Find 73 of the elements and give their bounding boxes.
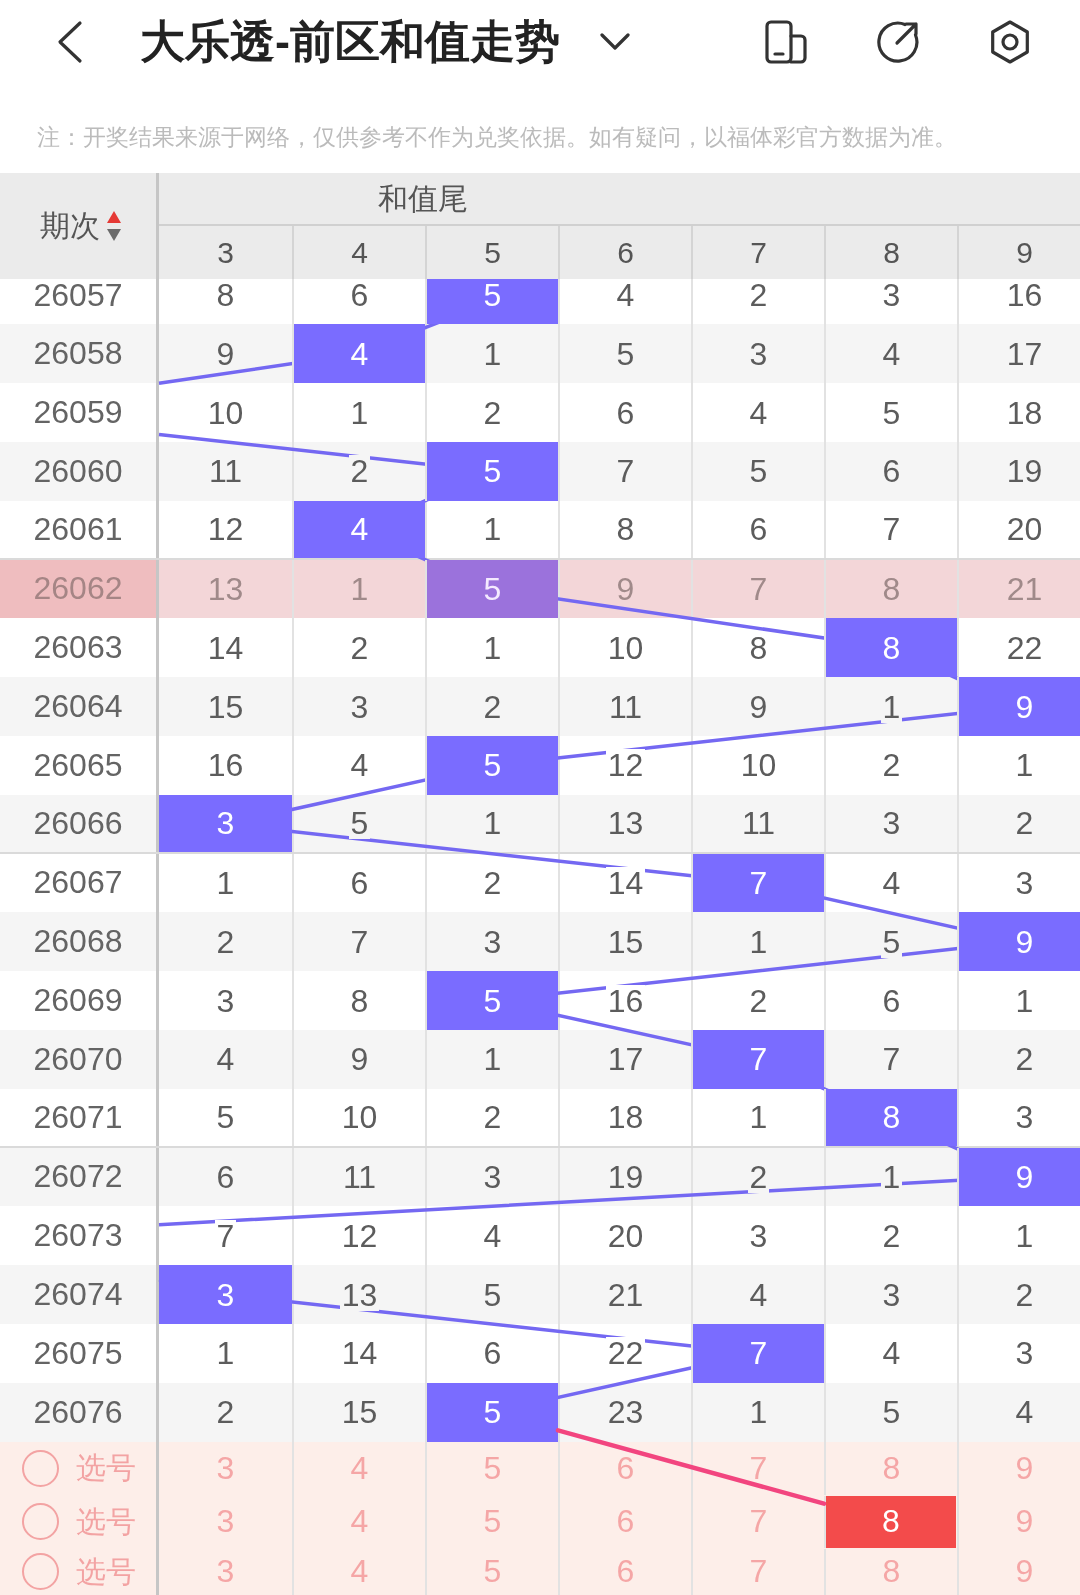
highlighted-cell: 4 xyxy=(292,500,425,558)
sort-icon[interactable] xyxy=(106,210,122,242)
highlighted-cell: 5 xyxy=(425,442,558,501)
table-cell: 8 xyxy=(558,500,691,558)
radio-button[interactable] xyxy=(22,1503,59,1541)
table-cell: 5 xyxy=(292,794,425,852)
caret-down-icon[interactable] xyxy=(600,33,630,51)
highlighted-cell: 4 xyxy=(292,324,425,384)
highlighted-cell: 5 xyxy=(425,559,558,619)
highlighted-cell: 7 xyxy=(691,853,824,913)
disclaimer-text: 注：开奖结果来源于网络，仅供参考不作为兑奖依据。如有疑问，以福体彩官方数据为准。 xyxy=(37,123,957,152)
back-icon[interactable] xyxy=(56,20,84,64)
highlighted-cell: 9 xyxy=(957,1147,1080,1207)
table-cell: 20 xyxy=(957,500,1080,558)
table-cell: 3 xyxy=(957,1088,1080,1146)
column-heading: 6 xyxy=(617,234,634,271)
highlighted-cell: 9 xyxy=(957,677,1080,736)
table-cell: 23 xyxy=(558,1382,691,1442)
table-row[interactable]: 26062 13 1 5 9 7 8 21 xyxy=(0,559,1080,619)
pick-label: 选号 xyxy=(76,1503,136,1540)
column-heading: 8 xyxy=(883,234,900,271)
issue-cell: 26071 xyxy=(0,1088,159,1146)
highlighted-cell: 9 xyxy=(957,912,1080,972)
table-cell: 18 xyxy=(558,1088,691,1146)
devices-icon[interactable] xyxy=(764,20,808,64)
radio-button[interactable] xyxy=(22,1449,59,1487)
column-heading: 7 xyxy=(750,234,767,271)
table-cell: 2 xyxy=(425,1088,558,1146)
table-cell: 7 xyxy=(824,500,957,558)
table-cell: 1 xyxy=(425,500,558,558)
column-heading: 4 xyxy=(351,234,368,271)
highlighted-cell: 5 xyxy=(425,1382,558,1442)
settings-icon[interactable] xyxy=(988,20,1032,64)
issue-cell: 26062 xyxy=(0,559,159,619)
table-row[interactable]: 26072 6 11 3 19 2 1 9 xyxy=(0,1147,1080,1207)
table-row[interactable]: 26060 11 2 5 7 5 6 19 xyxy=(0,442,1080,501)
highlighted-cell: 8 xyxy=(824,618,957,678)
table-cell: 10 xyxy=(292,1088,425,1146)
highlighted-cell: 7 xyxy=(691,1323,824,1383)
table-cell: 11 xyxy=(691,794,824,852)
table-cell: 1 xyxy=(425,794,558,852)
table-row[interactable]: 26064 15 3 2 11 9 1 9 xyxy=(0,677,1080,736)
sort-button[interactable]: 期次 xyxy=(40,208,122,244)
radio-button[interactable] xyxy=(22,1553,59,1591)
highlighted-cell: 3 xyxy=(159,794,292,852)
table-row[interactable]: 26058 9 4 1 5 3 4 17 xyxy=(0,324,1080,384)
column-heading: 9 xyxy=(1016,234,1033,271)
table-row[interactable]: 26074 3 13 5 21 4 3 2 xyxy=(0,1265,1080,1324)
table-row[interactable]: 26070 4 9 1 17 7 7 2 xyxy=(0,1029,1080,1089)
table-row[interactable]: 26066 3 5 1 13 11 3 2 xyxy=(0,794,1080,854)
table-cell: 2 xyxy=(957,794,1080,852)
number-option[interactable]: 8 xyxy=(824,1496,956,1548)
table-row[interactable]: 26061 12 4 1 8 6 7 20 xyxy=(0,500,1080,560)
column-heading: 3 xyxy=(217,234,234,271)
table-cell: 3 xyxy=(824,794,957,852)
highlighted-cell: 5 xyxy=(425,279,558,325)
table-row[interactable]: 26071 5 10 2 18 1 8 3 xyxy=(0,1088,1080,1148)
page-title: 大乐透-前区和值走势 xyxy=(140,16,560,68)
group-heading: 和值尾 xyxy=(378,180,468,217)
issue-cell: 26061 xyxy=(0,500,159,558)
highlighted-cell: 7 xyxy=(691,1029,824,1089)
table-row[interactable]: 26068 2 7 3 15 1 5 9 xyxy=(0,912,1080,972)
pick-label: 选号 xyxy=(76,1553,136,1590)
column-heading: 5 xyxy=(484,234,501,271)
table-row[interactable]: 26076 2 15 5 23 1 5 4 xyxy=(0,1382,1080,1442)
share-icon[interactable] xyxy=(876,20,920,64)
highlighted-cell: 3 xyxy=(159,1265,292,1324)
highlighted-cell: 5 xyxy=(425,735,558,795)
pick-label: 选号 xyxy=(76,1450,136,1487)
table-cell: 6 xyxy=(691,500,824,558)
highlighted-cell: 8 xyxy=(824,1088,957,1146)
table-cell: 13 xyxy=(558,794,691,852)
highlighted-cell: 5 xyxy=(425,971,558,1030)
